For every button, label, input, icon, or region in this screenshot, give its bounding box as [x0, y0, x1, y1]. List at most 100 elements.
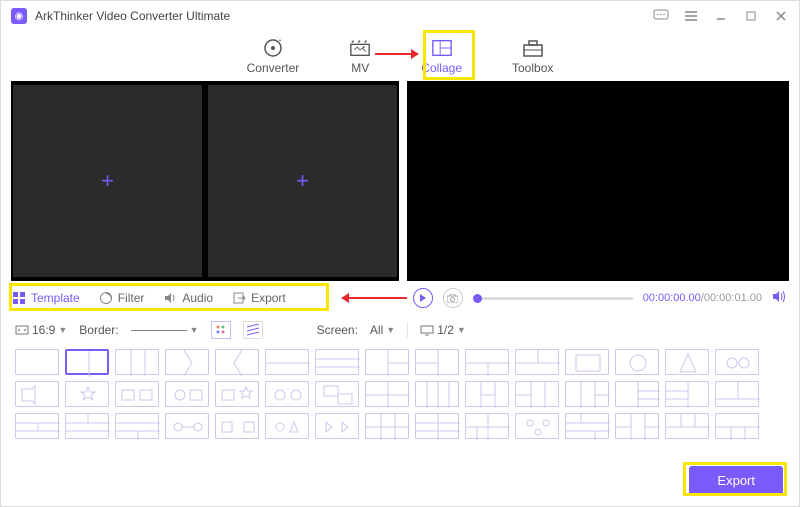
template-item[interactable]	[215, 381, 259, 407]
template-item[interactable]	[65, 413, 109, 439]
page-select[interactable]: 1/2 ▼	[420, 323, 466, 337]
tab-row: Template Filter Audio Export	[1, 281, 799, 315]
template-item[interactable]	[65, 349, 109, 375]
nav-mv[interactable]: MV	[349, 38, 371, 75]
titlebar: ◉ ArkThinker Video Converter Ultimate	[1, 1, 799, 31]
template-item[interactable]	[115, 349, 159, 375]
border-preview	[131, 330, 187, 331]
template-item[interactable]	[415, 349, 459, 375]
chevron-down-icon: ▼	[457, 325, 466, 335]
chevron-down-icon: ▼	[386, 325, 395, 335]
template-item[interactable]	[115, 413, 159, 439]
menu-icon[interactable]	[683, 8, 699, 24]
template-item[interactable]	[215, 413, 259, 439]
template-item[interactable]	[165, 413, 209, 439]
nav-toolbox[interactable]: Toolbox	[512, 38, 553, 75]
play-button[interactable]	[413, 288, 433, 308]
template-item[interactable]	[515, 381, 559, 407]
border-style-select[interactable]: ▼	[131, 325, 199, 335]
add-media-panel-2[interactable]: +	[208, 85, 397, 277]
screen-select[interactable]: All ▼	[370, 323, 395, 337]
timecode: 00:00:00.00/00:00:01.00	[643, 292, 762, 304]
page-value: 1/2	[437, 323, 454, 337]
template-item[interactable]	[15, 413, 59, 439]
template-item[interactable]	[215, 349, 259, 375]
minimize-button[interactable]	[713, 8, 729, 24]
template-item[interactable]	[465, 349, 509, 375]
template-item[interactable]	[315, 381, 359, 407]
template-item[interactable]	[715, 381, 759, 407]
tab-template[interactable]: Template	[13, 291, 80, 305]
template-item[interactable]	[565, 413, 609, 439]
export-button[interactable]: Export	[689, 466, 783, 495]
playback-timeline[interactable]	[473, 297, 633, 300]
template-item[interactable]	[265, 413, 309, 439]
template-item[interactable]	[515, 413, 559, 439]
divider	[407, 322, 408, 338]
template-item[interactable]	[615, 413, 659, 439]
template-item[interactable]	[15, 349, 59, 375]
chevron-down-icon: ▼	[58, 325, 67, 335]
arrow-to-tabs	[337, 291, 409, 305]
add-media-panel-1[interactable]: +	[13, 85, 202, 277]
template-item[interactable]	[315, 349, 359, 375]
aspect-icon	[15, 324, 29, 336]
chat-icon[interactable]	[653, 8, 669, 24]
tab-export[interactable]: Export	[233, 291, 286, 305]
template-item[interactable]	[565, 381, 609, 407]
border-color-button[interactable]	[211, 321, 231, 339]
template-item[interactable]	[665, 381, 709, 407]
template-icon	[13, 292, 26, 305]
template-item[interactable]	[465, 381, 509, 407]
template-item[interactable]	[715, 413, 759, 439]
top-nav: Converter MV Collage Toolbox	[1, 31, 799, 81]
arrow-to-collage	[373, 47, 421, 61]
template-item[interactable]	[315, 413, 359, 439]
template-item[interactable]	[615, 349, 659, 375]
preview-area	[407, 81, 789, 281]
app-title: ArkThinker Video Converter Ultimate	[35, 9, 230, 23]
aspect-value: 16:9	[32, 323, 55, 337]
template-item[interactable]	[265, 381, 309, 407]
aspect-ratio-select[interactable]: 16:9 ▼	[15, 323, 67, 337]
nav-collage[interactable]: Collage	[421, 38, 462, 75]
time-duration: 00:00:01.00	[704, 292, 762, 304]
preview-pane-1	[409, 83, 596, 279]
template-item[interactable]	[615, 381, 659, 407]
filter-icon	[100, 292, 113, 305]
tab-audio[interactable]: Audio	[164, 291, 213, 305]
template-item[interactable]	[565, 349, 609, 375]
template-item[interactable]	[465, 413, 509, 439]
template-item[interactable]	[365, 413, 409, 439]
close-button[interactable]	[773, 8, 789, 24]
template-item[interactable]	[15, 381, 59, 407]
template-item[interactable]	[65, 381, 109, 407]
screen-label: Screen:	[317, 323, 358, 337]
template-item[interactable]	[515, 349, 559, 375]
template-item[interactable]	[415, 381, 459, 407]
tab-label: Audio	[182, 291, 213, 305]
tab-label: Export	[251, 291, 286, 305]
template-item[interactable]	[165, 349, 209, 375]
nav-label: Converter	[247, 61, 300, 75]
template-item[interactable]	[365, 381, 409, 407]
template-item[interactable]	[265, 349, 309, 375]
template-item[interactable]	[165, 381, 209, 407]
display-icon	[420, 325, 434, 336]
template-item[interactable]	[715, 349, 759, 375]
volume-button[interactable]	[772, 290, 787, 306]
border-pattern-button[interactable]	[243, 321, 263, 339]
app-logo-icon: ◉	[11, 8, 27, 24]
maximize-button[interactable]	[743, 8, 759, 24]
tab-filter[interactable]: Filter	[100, 291, 145, 305]
mv-icon	[349, 38, 371, 58]
template-item[interactable]	[665, 413, 709, 439]
plus-icon: +	[296, 168, 309, 194]
options-row: 16:9 ▼ Border: ▼ Screen: All ▼ 1/2 ▼	[1, 315, 799, 345]
template-item[interactable]	[115, 381, 159, 407]
nav-converter[interactable]: Converter	[247, 38, 300, 75]
template-item[interactable]	[665, 349, 709, 375]
template-item[interactable]	[365, 349, 409, 375]
template-item[interactable]	[415, 413, 459, 439]
snapshot-button[interactable]	[443, 288, 463, 308]
